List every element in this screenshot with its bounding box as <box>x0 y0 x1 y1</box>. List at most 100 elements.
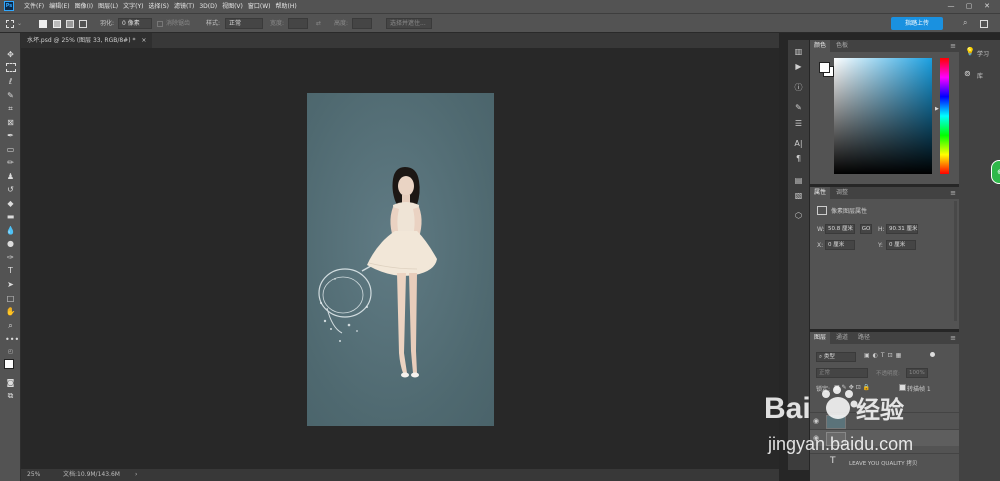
menu-edit[interactable]: 编辑(E) <box>49 0 69 13</box>
tab-adjustments[interactable]: 调整 <box>832 187 852 199</box>
notes-icon[interactable]: ▧ <box>793 190 804 201</box>
marquee-tool-icon[interactable] <box>6 63 16 72</box>
eyedropper-tool-icon[interactable]: ✒ <box>5 130 16 141</box>
path-selection-tool-icon[interactable]: ➤ <box>5 279 16 290</box>
new-selection-icon[interactable] <box>39 20 47 28</box>
paragraph-icon[interactable]: ¶ <box>793 153 804 164</box>
height-input[interactable]: 90.31 厘米 <box>886 224 918 234</box>
move-tool-icon[interactable]: ✥ <box>5 49 16 60</box>
adjustments-icon[interactable]: ☰ <box>793 118 804 129</box>
add-selection-icon[interactable] <box>53 20 61 28</box>
minimize-button[interactable]: — <box>942 0 960 13</box>
swap-icon[interactable]: ⇄ <box>316 18 321 29</box>
menu-file[interactable]: 文件(F) <box>24 0 44 13</box>
styles-icon[interactable]: ▤ <box>793 175 804 186</box>
pen-tool-icon[interactable]: ✑ <box>5 252 16 263</box>
blend-mode-select[interactable]: 正常 <box>816 368 868 378</box>
layer-filter-select[interactable]: ⌕ 类型 <box>816 352 856 362</box>
type-tool-icon[interactable]: T <box>5 265 16 276</box>
menu-filter[interactable]: 滤镜(T) <box>174 0 194 13</box>
filter-toggle-icon[interactable] <box>930 352 935 357</box>
history-brush-tool-icon[interactable]: ↺ <box>5 184 16 195</box>
select-and-mask-button[interactable]: 选择并遮住... <box>386 18 432 29</box>
libraries-icon[interactable]: ⊚ <box>964 69 971 78</box>
floating-assistant-button[interactable]: ⊕ <box>991 160 1000 184</box>
brush-tool-icon[interactable]: ✏ <box>5 157 16 168</box>
chevron-down-icon[interactable]: ⌄ <box>17 18 22 29</box>
document-tab[interactable]: 水坏.psd @ 25% (图层 33, RGB/8#) * × <box>21 33 153 48</box>
height-input[interactable] <box>352 18 372 29</box>
character-icon[interactable]: A| <box>793 138 804 149</box>
blur-tool-icon[interactable]: 💧 <box>5 225 16 236</box>
close-button[interactable]: ✕ <box>978 0 996 13</box>
lightbulb-icon[interactable]: 💡 <box>965 47 975 56</box>
document-canvas[interactable] <box>307 93 494 426</box>
subtract-selection-icon[interactable] <box>66 20 74 28</box>
panel-menu-icon[interactable]: ≡ <box>950 187 956 199</box>
menu-3d[interactable]: 3D(D) <box>199 0 217 13</box>
style-select[interactable]: 正常 <box>225 18 263 29</box>
tab-channels[interactable]: 通道 <box>832 332 852 344</box>
eraser-tool-icon[interactable]: ◆ <box>5 198 16 209</box>
lasso-tool-icon[interactable]: ℓ <box>5 76 16 87</box>
color-foreground-swatch[interactable] <box>819 62 830 73</box>
libraries-label[interactable]: 库 <box>977 71 983 80</box>
hue-slider-handle-icon[interactable]: ▶ <box>935 106 939 112</box>
menu-view[interactable]: 视图(V) <box>222 0 243 13</box>
panel-menu-icon[interactable]: ≡ <box>950 40 956 52</box>
antialias-checkbox[interactable] <box>157 21 163 27</box>
workspace-icon[interactable] <box>980 20 988 28</box>
tab-close-icon[interactable]: × <box>141 37 146 44</box>
zoom-tool-icon[interactable]: ⌕ <box>5 320 16 331</box>
layer-filter-icons[interactable]: ▣◐T⊡▦ <box>864 352 904 359</box>
marquee-preset-icon[interactable] <box>6 20 14 28</box>
link-dimensions-button[interactable]: GO <box>860 224 872 234</box>
gradient-tool-icon[interactable]: ▬ <box>5 211 16 222</box>
info-icon[interactable]: ⓘ <box>793 82 804 93</box>
search-icon[interactable]: ⌕ <box>963 18 967 28</box>
foreground-color-swatch[interactable] <box>4 359 14 369</box>
tab-properties[interactable]: 属性 <box>810 187 831 199</box>
hand-tool-icon[interactable]: ✋ <box>5 306 16 317</box>
properties-scrollbar[interactable] <box>954 201 957 321</box>
feather-input[interactable]: 0 像素 <box>118 18 152 29</box>
upload-button[interactable]: 指踏上传 <box>891 17 943 30</box>
menu-image[interactable]: 图像(I) <box>75 0 93 13</box>
y-input[interactable]: 0 厘米 <box>886 240 916 250</box>
x-input[interactable]: 0 厘米 <box>825 240 855 250</box>
healing-brush-tool-icon[interactable]: ▭ <box>5 144 16 155</box>
3d-icon[interactable]: ⬡ <box>793 210 804 221</box>
frame-tool-icon[interactable]: ⊠ <box>5 117 16 128</box>
menu-select[interactable]: 选择(S) <box>148 0 169 13</box>
menu-type[interactable]: 文字(Y) <box>123 0 143 13</box>
menu-layer[interactable]: 图层(L) <box>98 0 118 13</box>
crop-tool-icon[interactable]: ⌗ <box>5 103 16 114</box>
tab-swatches[interactable]: 色板 <box>832 40 852 52</box>
menu-window[interactable]: 窗口(W) <box>248 0 271 13</box>
quick-select-tool-icon[interactable]: ✎ <box>5 90 16 101</box>
rectangle-tool-icon[interactable]: □ <box>5 293 16 304</box>
dodge-tool-icon[interactable]: ● <box>5 238 16 249</box>
tab-color[interactable]: 颜色 <box>810 40 831 52</box>
learn-label[interactable]: 学习 <box>977 49 989 58</box>
hue-slider[interactable] <box>940 58 949 174</box>
play-actions-icon[interactable]: ▶ <box>793 61 804 72</box>
status-arrow-icon[interactable]: › <box>135 469 137 481</box>
history-icon[interactable]: ▥ <box>793 46 804 57</box>
reset-colors-icon[interactable]: ◰ <box>5 347 16 358</box>
brush-settings-icon[interactable]: ✎ <box>793 102 804 113</box>
screen-mode-icon[interactable]: ⧉ <box>5 390 16 401</box>
menu-help[interactable]: 帮助(H) <box>276 0 297 13</box>
tab-paths[interactable]: 路径 <box>854 332 874 344</box>
tab-layers[interactable]: 图层 <box>810 332 831 344</box>
clone-stamp-tool-icon[interactable]: ♟ <box>5 171 16 182</box>
maximize-button[interactable]: ▢ <box>960 0 978 13</box>
opacity-input[interactable]: 100% <box>906 368 928 378</box>
width-input[interactable] <box>288 18 308 29</box>
panel-menu-icon[interactable]: ≡ <box>950 332 956 344</box>
color-picker-field[interactable] <box>834 58 932 174</box>
zoom-level[interactable]: 25% <box>27 469 40 481</box>
quick-mask-icon[interactable]: ◙ <box>5 377 16 388</box>
width-input[interactable]: 50.8 厘米 <box>825 224 855 234</box>
intersect-selection-icon[interactable] <box>79 20 87 28</box>
